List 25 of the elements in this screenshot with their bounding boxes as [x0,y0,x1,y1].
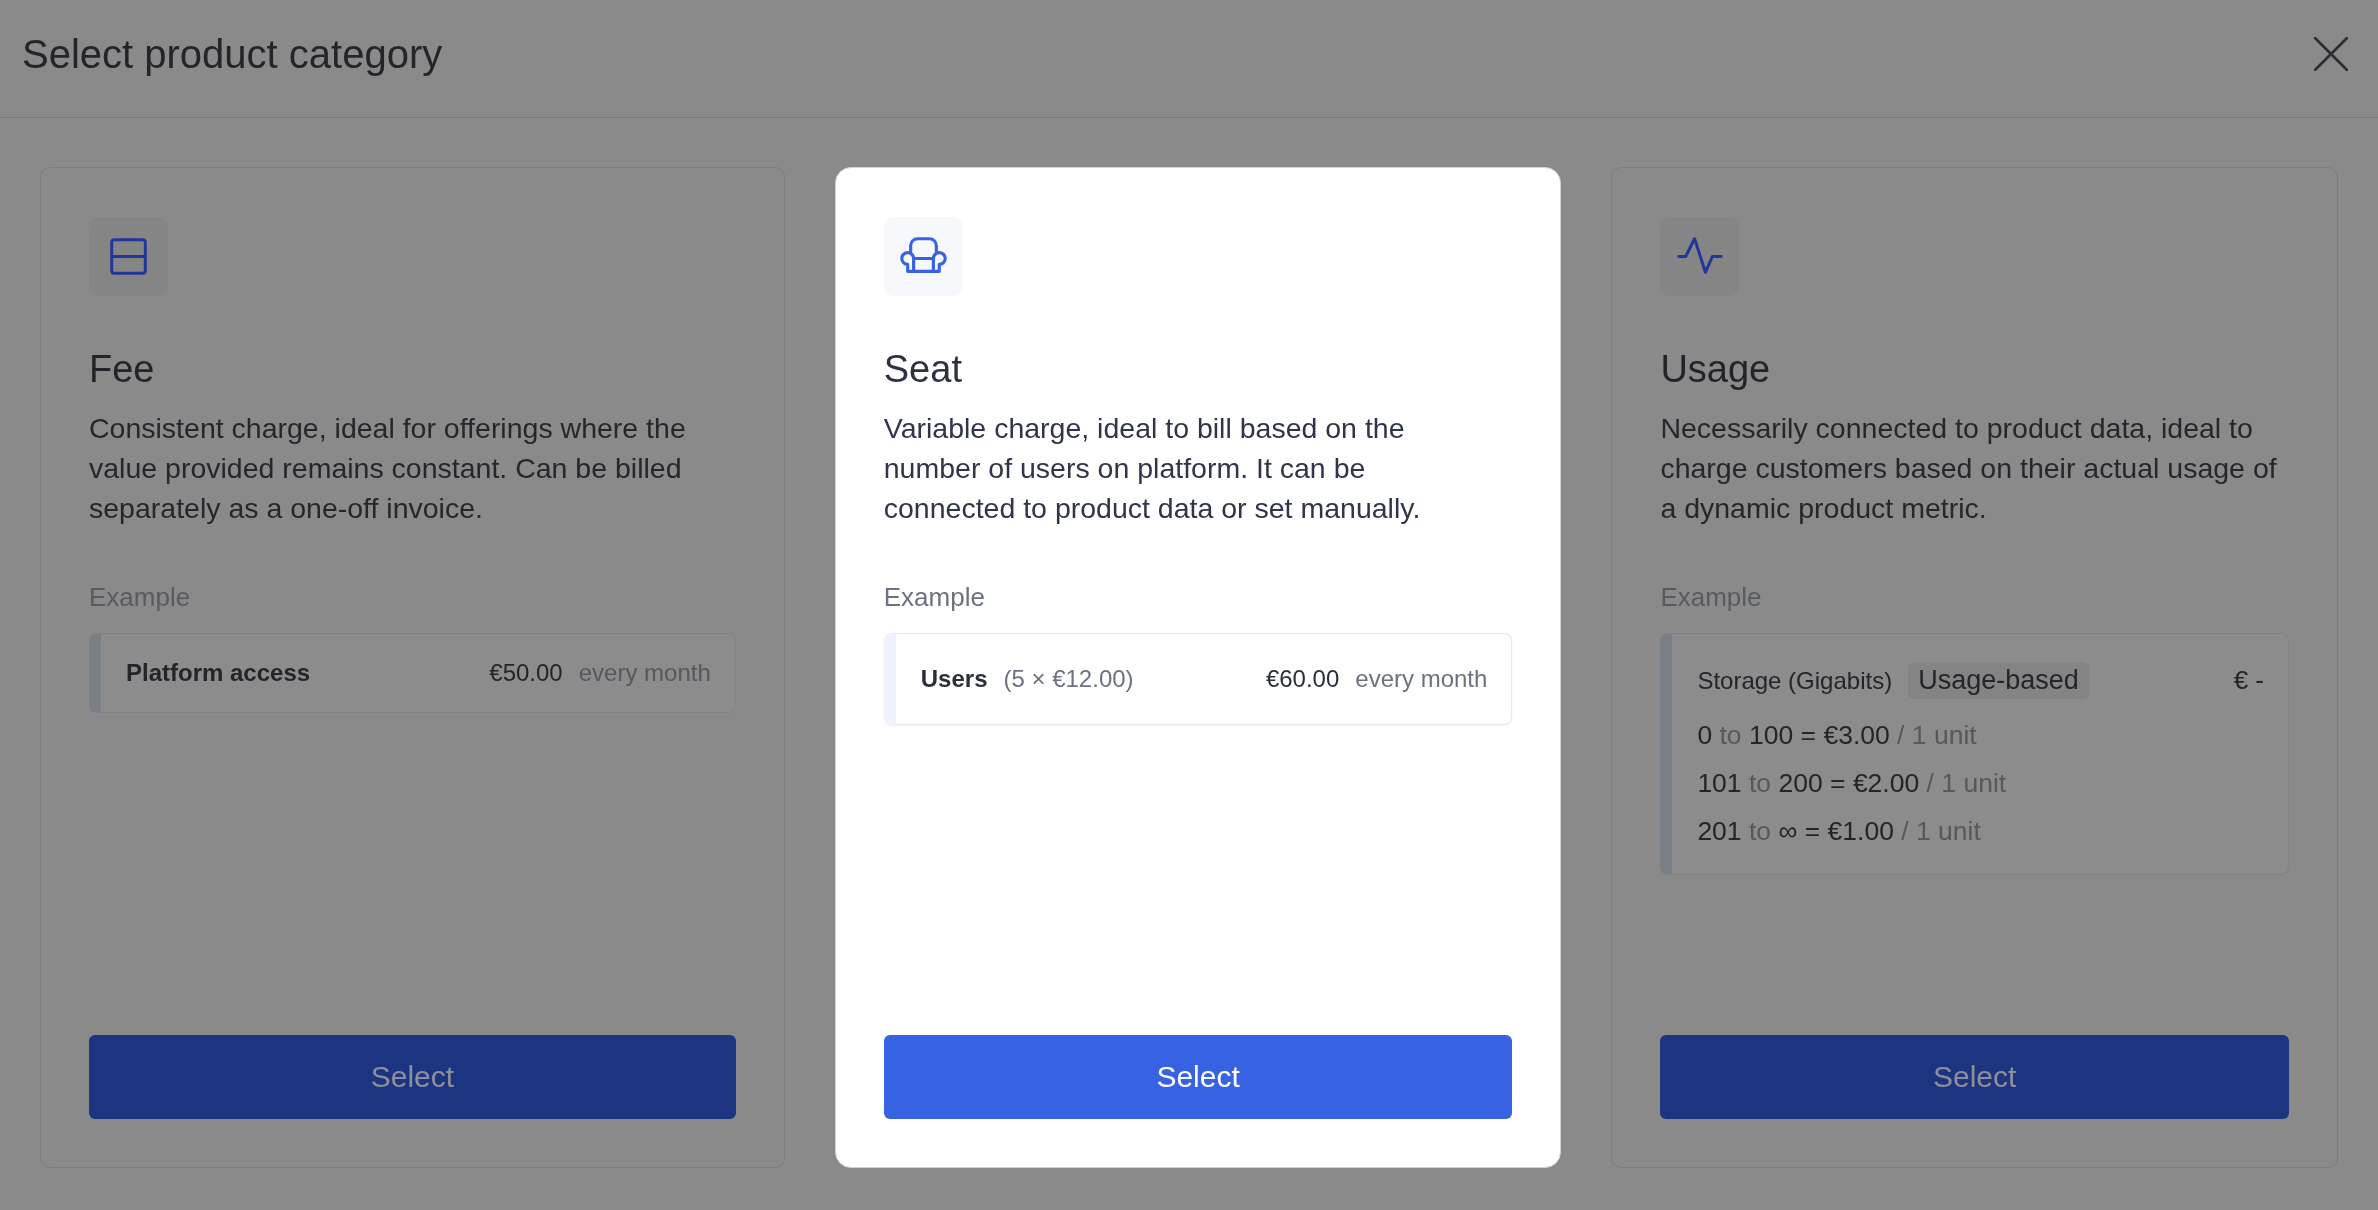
pricing-model-tag: Usage-based [1908,662,2089,699]
item-price: € - [2233,664,2264,697]
item-name: Platform access [126,658,311,688]
category-title: Seat [883,347,963,392]
example-label: Example [883,581,986,614]
item-price: €60.00 [1265,664,1340,694]
item-name: Storage (Gigabits) [1697,666,1893,696]
select-button[interactable]: Select [883,1035,1513,1119]
category-card[interactable]: Seat Variable charge, ideal to bill based on the number of users on platform. It can be connected to product data or set manually. Example Users (5 × €12.00) €60.00 every month Select [834,167,1562,1168]
close-button[interactable] [2314,36,2348,71]
category-title: Fee [89,347,156,392]
select-button[interactable]: Select [89,1035,736,1119]
select-button[interactable]: Select [1660,1035,2289,1119]
item-name: Users [920,664,988,694]
close-icon [2314,36,2348,71]
category-description: Necessarily connected to product data, ideal to charge customers based on their actual usage of a dynamic product metric. [1660,411,2278,526]
category-title: Usage [1660,347,1772,392]
dialog-title: Select product category [22,30,443,78]
armchair-icon [883,217,963,296]
category-description: Variable charge, ideal to bill based on the number of users on platform. It can be connected to product data or set manually. [883,411,1422,526]
item-quantity: (5 × €12.00) [1003,664,1134,694]
category-description: Consistent charge, ideal for offerings where the value provided remains constant. Can be billed separately as a one-off invoice. [89,411,687,526]
category-card[interactable] [1611,167,2338,1168]
item-price: €50.00 [489,658,563,688]
billing-period: every month [1355,664,1488,694]
